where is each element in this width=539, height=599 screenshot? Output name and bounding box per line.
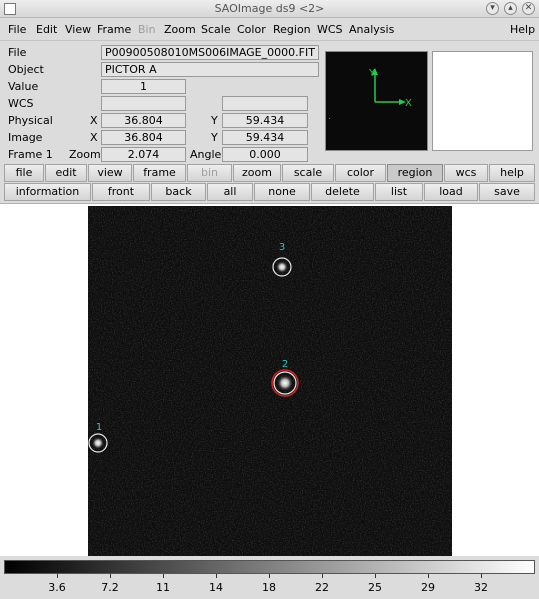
colorbar-tick (481, 574, 482, 578)
image-x-label: X (90, 131, 98, 144)
colorbar-tick-label: 11 (156, 581, 170, 594)
menu-analysis[interactable]: Analysis (349, 23, 394, 36)
button-all[interactable]: all (207, 183, 253, 201)
colorbar-tick (110, 574, 111, 578)
colorbar-tick-label: 18 (262, 581, 276, 594)
button-wcs[interactable]: wcs (444, 164, 488, 182)
panner-view[interactable] (432, 51, 533, 151)
image-y-label: Y (211, 131, 218, 144)
menu-help[interactable]: Help (510, 23, 535, 36)
button-list[interactable]: list (375, 183, 423, 201)
menu-region[interactable]: Region (273, 23, 311, 36)
button-none[interactable]: none (254, 183, 310, 201)
colorbar-tick (375, 574, 376, 578)
menu-bar: File Edit View Frame Bin Zoom Scale Colo… (0, 19, 539, 41)
window-title: SAOImage ds9 <2> (214, 2, 325, 15)
physical-x-label: X (90, 114, 98, 127)
close-icon[interactable]: ✕ (522, 2, 535, 15)
fits-image-frame[interactable]: 3 2 1 (88, 206, 452, 556)
image-label: Image (8, 131, 43, 144)
menu-wcs[interactable]: WCS (317, 23, 343, 36)
zoom-value: 2.074 (101, 147, 186, 162)
menu-file[interactable]: File (8, 23, 26, 36)
button-bar-main: file edit view frame bin zoom scale colo… (0, 164, 539, 184)
colorbar-tick (428, 574, 429, 578)
button-load[interactable]: load (424, 183, 478, 201)
wcs-value (101, 96, 186, 111)
button-information[interactable]: information (4, 183, 91, 201)
colorbar-tick (322, 574, 323, 578)
colorbar-panel: 3.6 7.2 11 14 18 22 25 29 32 (0, 557, 539, 599)
file-value: P00900508010MS006IMAGE_0000.FIT (101, 45, 319, 60)
object-label: Object (8, 63, 44, 76)
wcs-value-2 (222, 96, 308, 111)
star-source (277, 375, 293, 391)
menu-bin: Bin (138, 23, 156, 36)
button-color[interactable]: color (335, 164, 386, 182)
star-source (276, 261, 288, 273)
button-back[interactable]: back (151, 183, 206, 201)
magnifier-view: Y X (325, 51, 428, 151)
physical-y-label: Y (211, 114, 218, 127)
title-bar: SAOImage ds9 <2> ▾ ▴ ✕ (0, 0, 539, 18)
file-label: File (8, 46, 27, 59)
button-file[interactable]: file (4, 164, 44, 182)
colorbar-tick-label: 29 (421, 581, 435, 594)
colorbar-tick-label: 32 (474, 581, 488, 594)
colorbar-tick-label: 3.6 (48, 581, 66, 594)
button-edit[interactable]: edit (45, 164, 87, 182)
colorbar-tick (57, 574, 58, 578)
colorbar[interactable] (4, 560, 535, 574)
colorbar-tick-label: 7.2 (101, 581, 119, 594)
minimize-icon[interactable]: ▾ (486, 2, 499, 15)
colorbar-tick-label: 25 (368, 581, 382, 594)
zoom-label: Zoom (69, 148, 101, 161)
value-label: Value (8, 80, 39, 93)
button-delete[interactable]: delete (311, 183, 374, 201)
colorbar-tick-label: 22 (315, 581, 329, 594)
physical-label: Physical (8, 114, 53, 127)
image-x-value: 36.804 (101, 130, 186, 145)
colorbar-tick (269, 574, 270, 578)
menu-zoom[interactable]: Zoom (164, 23, 196, 36)
menu-frame[interactable]: Frame (97, 23, 131, 36)
menu-color[interactable]: Color (237, 23, 266, 36)
physical-x-value: 36.804 (101, 113, 186, 128)
star-source (92, 437, 104, 449)
compass-y-label: Y (368, 68, 376, 79)
frame-label: Frame 1 (8, 148, 53, 161)
compass-x-label: X (405, 98, 412, 109)
button-bin: bin (187, 164, 232, 182)
button-front[interactable]: front (92, 183, 150, 201)
image-display[interactable]: 3 2 1 (0, 203, 539, 556)
region-label: 1 (96, 422, 102, 433)
region-label: 3 (279, 242, 285, 253)
image-y-value: 59.434 (222, 130, 308, 145)
angle-label: Angle (190, 148, 222, 161)
compass-icon: Y X (329, 68, 412, 119)
value-value: 1 (101, 79, 186, 94)
button-region[interactable]: region (387, 164, 443, 182)
button-save[interactable]: save (479, 183, 535, 201)
button-zoom[interactable]: zoom (233, 164, 281, 182)
button-scale[interactable]: scale (282, 164, 334, 182)
menu-scale[interactable]: Scale (201, 23, 231, 36)
colorbar-tick (216, 574, 217, 578)
maximize-icon[interactable]: ▴ (504, 2, 517, 15)
button-help[interactable]: help (489, 164, 535, 182)
menu-view[interactable]: View (65, 23, 91, 36)
colorbar-tick-label: 14 (209, 581, 223, 594)
button-bar-region: information front back all none delete l… (0, 183, 539, 203)
wcs-label: WCS (8, 97, 34, 110)
angle-value: 0.000 (222, 147, 308, 162)
object-value: PICTOR A (101, 62, 319, 77)
colorbar-tick (163, 574, 164, 578)
button-view[interactable]: view (88, 164, 132, 182)
menu-edit[interactable]: Edit (36, 23, 57, 36)
background-noise (88, 206, 452, 556)
physical-y-value: 59.434 (222, 113, 308, 128)
region-label: 2 (282, 359, 288, 370)
button-frame[interactable]: frame (133, 164, 186, 182)
